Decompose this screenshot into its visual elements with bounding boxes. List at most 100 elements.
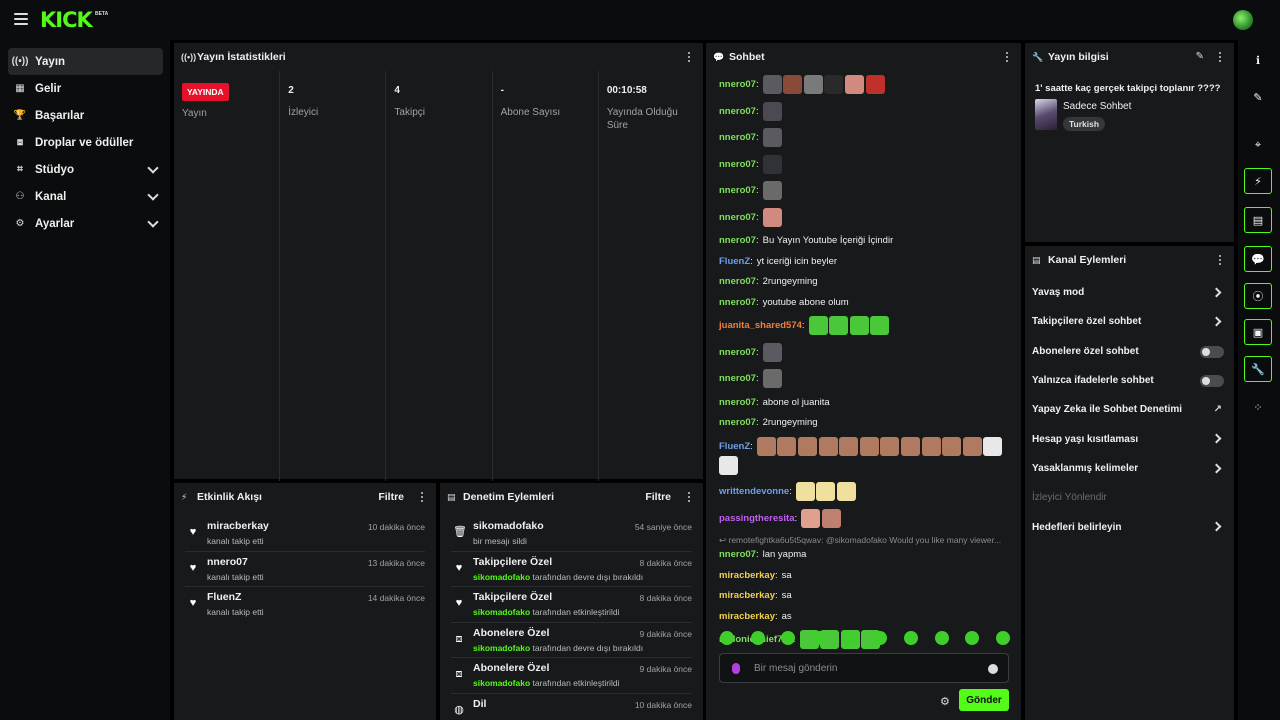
emote-image[interactable] <box>821 508 841 528</box>
info-icon[interactable]: ℹ <box>1244 47 1272 73</box>
activity-user[interactable]: nnero07 <box>207 556 248 568</box>
chat-username[interactable]: nnero07 <box>719 105 756 118</box>
chat-username[interactable]: nnero07 <box>719 211 756 224</box>
reply-context[interactable]: ↩ remotefightka6u5t5qwav: @sikomadofako … <box>719 535 1017 546</box>
chat-username[interactable]: nnero07 <box>719 131 756 144</box>
moderator-name[interactable]: sikomadofako <box>473 607 530 617</box>
more-options-icon[interactable] <box>1006 52 1009 62</box>
user-avatar[interactable] <box>1233 10 1253 30</box>
filter-button[interactable]: Filtre <box>378 491 404 503</box>
moderation-item[interactable]: ⧈ Abonelere Özel sikomadofako tarafından e… <box>451 658 692 694</box>
activity-item[interactable]: ♥ nnero07 kanalı takip etti 13 dakika önce <box>185 552 425 587</box>
channel-action-item[interactable]: Takipçilere özel sohbet <box>1032 307 1224 336</box>
emote-image[interactable] <box>870 316 890 335</box>
moderator-name[interactable]: sikomadofako <box>473 678 530 688</box>
emote-shortcut[interactable] <box>750 631 765 645</box>
emote-image[interactable] <box>942 436 962 456</box>
toggle-switch[interactable] <box>1200 345 1224 358</box>
emote-shortcut[interactable] <box>965 631 980 645</box>
chat-username[interactable]: nnero07 <box>719 296 756 309</box>
chat-username[interactable]: passingtheresita <box>719 512 795 525</box>
chat-username[interactable]: FluenZ <box>719 440 750 453</box>
moderation-item[interactable]: 🗑 sikomadofako bir mesajı sildi 54 saniye ö… <box>451 516 692 552</box>
moderation-item[interactable]: ♥ Takipçilere Özel sikomadofako tarafından… <box>451 587 692 623</box>
microphone-icon[interactable] <box>732 663 740 674</box>
chevron-down-icon[interactable] <box>147 189 159 201</box>
stream-category[interactable]: Sadece Sohbet <box>1063 101 1131 112</box>
chat-username[interactable]: nnero07 <box>719 275 756 288</box>
emote-image[interactable] <box>762 75 782 94</box>
chevron-right-icon[interactable] <box>1211 287 1222 298</box>
send-button[interactable]: Gönder <box>959 689 1009 711</box>
channel-action-item[interactable]: Abonelere özel sohbet <box>1032 337 1224 366</box>
scan-icon[interactable]: ⌖ <box>1244 132 1272 158</box>
emote-image[interactable] <box>865 75 885 94</box>
emote-image[interactable] <box>844 75 864 94</box>
moderation-item[interactable]: ◍ Dil 10 dakika önce <box>451 694 692 720</box>
chat-settings-icon[interactable]: ⚙ <box>940 695 950 708</box>
sidebar-item-3[interactable]: ⧈ Droplar ve ödüller <box>8 129 163 156</box>
emote-image[interactable] <box>803 75 823 94</box>
emote-image[interactable] <box>921 436 941 456</box>
sidebar-item-5[interactable]: ⚇ Kanal <box>8 183 163 210</box>
chat-username[interactable]: nnero07 <box>719 372 756 385</box>
emote-image[interactable] <box>756 436 776 456</box>
emote-image[interactable] <box>829 316 849 335</box>
chevron-right-icon[interactable] <box>1211 463 1222 474</box>
channel-action-item[interactable]: Yavaş mod <box>1032 278 1224 307</box>
sidebar-item-2[interactable]: 🏆 Başarılar <box>8 102 163 129</box>
emote-image[interactable] <box>983 436 1003 456</box>
chat-username[interactable]: nnero07 <box>719 416 756 429</box>
more-options-icon[interactable] <box>1219 52 1222 62</box>
chat-username[interactable]: writtendevonne <box>719 485 789 498</box>
channel-action-item[interactable]: Yalnızca ifadelerle sohbet <box>1032 366 1224 395</box>
chevron-down-icon[interactable] <box>147 216 159 228</box>
chat-username[interactable]: nnero07 <box>719 396 756 409</box>
pencil-icon[interactable]: ✎ <box>1196 51 1204 62</box>
chat-username[interactable]: nnero07 <box>719 234 756 247</box>
broadcast-icon[interactable]: ⦿ <box>1244 283 1272 309</box>
emote-image[interactable] <box>837 482 857 501</box>
channel-action-item[interactable]: Yasaklanmış kelimeler <box>1032 454 1224 483</box>
emote-image[interactable] <box>795 482 815 501</box>
chat-input[interactable]: Bir mesaj gönderin <box>719 653 1009 683</box>
emote-image[interactable] <box>818 436 838 456</box>
moderation-item[interactable]: ♥ Takipçilere Özel sikomadofako tarafından… <box>451 552 692 587</box>
moderation-item[interactable]: ⧈ Abonelere Özel sikomadofako tarafından d… <box>451 623 692 658</box>
emote-image[interactable] <box>762 207 782 227</box>
chat-username[interactable]: miracberkay <box>719 610 775 623</box>
sidebar-item-1[interactable]: ▦ Gelir <box>8 75 163 102</box>
chat-username[interactable]: nnero07 <box>719 548 756 561</box>
emote-image[interactable] <box>762 181 782 200</box>
emote-shortcut[interactable] <box>873 631 888 645</box>
emote-image[interactable] <box>808 316 828 335</box>
emote-image[interactable] <box>762 342 782 362</box>
chevron-right-icon[interactable] <box>1211 434 1222 444</box>
pencil-icon[interactable]: ✎ <box>1244 84 1272 110</box>
emote-image[interactable] <box>783 75 803 94</box>
more-options-icon[interactable] <box>688 492 691 502</box>
emote-image[interactable] <box>777 436 797 456</box>
activity-user[interactable]: miracberkay <box>207 520 269 532</box>
toggle-switch[interactable] <box>1200 374 1224 387</box>
moderator-name[interactable]: sikomadofako <box>473 572 530 582</box>
emote-shortcut[interactable] <box>811 631 826 645</box>
channel-action-item[interactable]: Hesap yaşı kısıtlaması <box>1032 424 1224 453</box>
chat-username[interactable]: nnero07 <box>719 184 756 197</box>
chart-icon[interactable]: ↗ <box>1214 404 1222 415</box>
activity-user[interactable]: FluenZ <box>207 591 241 603</box>
chat-username[interactable]: FluenZ <box>719 255 750 268</box>
sidebar-item-6[interactable]: ⚙ Ayarlar <box>8 210 163 237</box>
emote-shortcut[interactable] <box>995 631 1010 645</box>
emote-image[interactable] <box>849 316 869 335</box>
emote-shortcut[interactable] <box>934 631 949 645</box>
menu-icon[interactable] <box>14 13 28 25</box>
activity-item[interactable]: ♥ miracberkay kanalı takip etti 10 dakika ö… <box>185 516 425 552</box>
emote-image[interactable] <box>824 75 844 94</box>
emote-shortcut[interactable] <box>903 631 918 645</box>
emote-image[interactable] <box>801 508 821 528</box>
apps-icon[interactable]: ⁘ <box>1244 394 1272 420</box>
channel-action-item[interactable]: Yapay Zeka ile Sohbet Denetimi ↗ <box>1032 395 1224 424</box>
sidebar-item-4[interactable]: ⌗ Stüdyo <box>8 156 163 183</box>
emote-image[interactable] <box>900 436 920 456</box>
